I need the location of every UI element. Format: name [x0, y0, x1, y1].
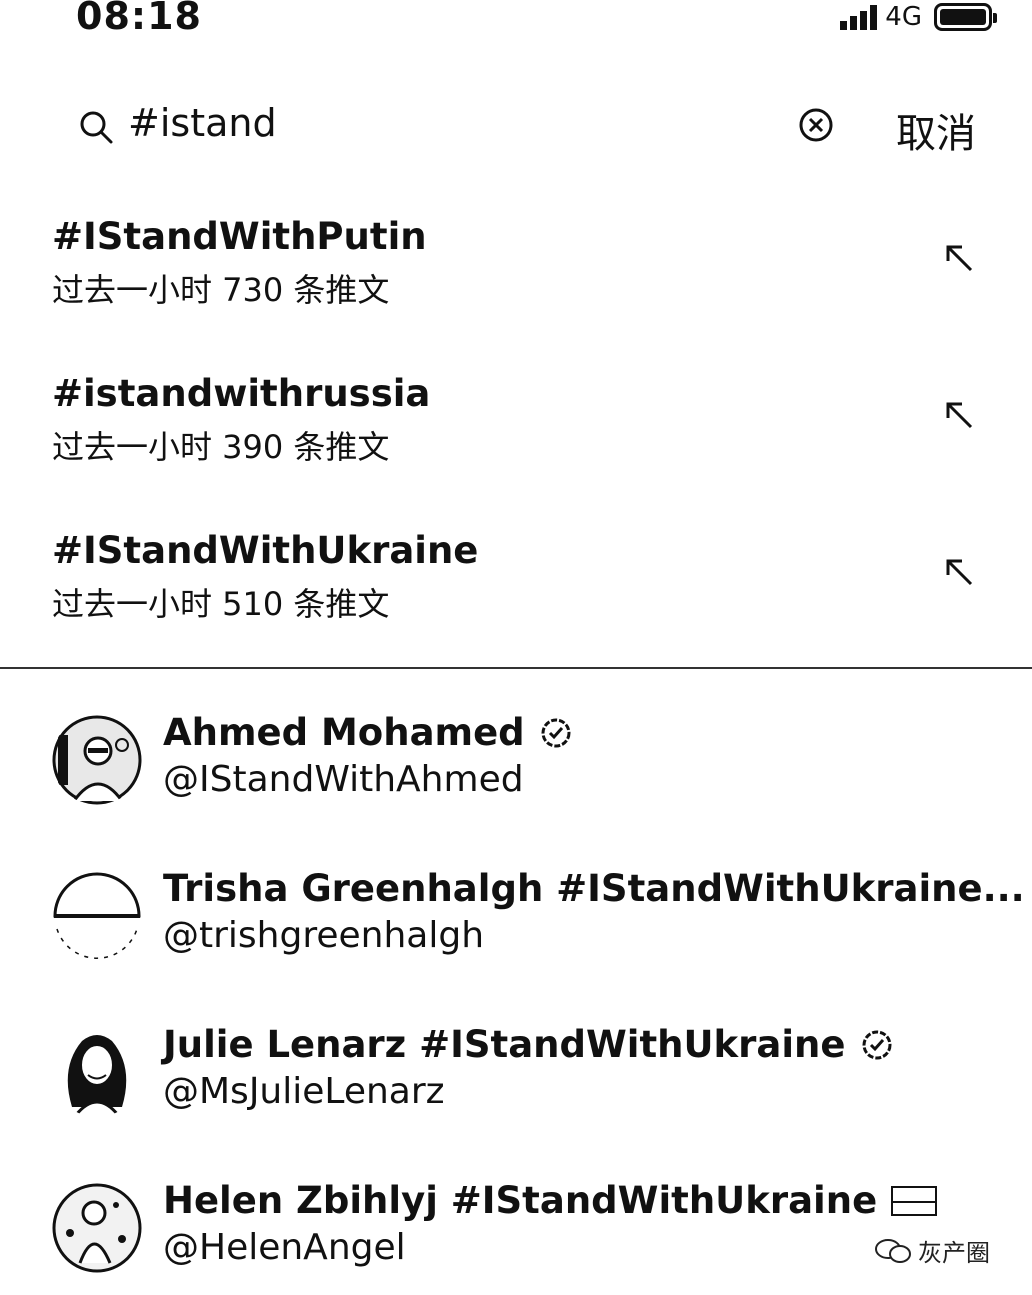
watermark: 灰产圈 — [874, 1233, 990, 1268]
avatar — [67, 1035, 127, 1116]
search-bar[interactable]: #istand 取消 — [0, 95, 1032, 159]
user-result[interactable]: Julie Lenarz #IStandWithUkraine @MsJulie… — [0, 1023, 1032, 1137]
user-handle: @HelenAngel — [163, 1227, 406, 1268]
fill-query-arrow-icon[interactable] — [944, 400, 974, 430]
user-name: Trisha Greenhalgh #IStandWithUkraine... — [163, 867, 1025, 910]
avatar — [52, 715, 142, 805]
verified-badge-icon — [862, 1030, 891, 1059]
user-handle: @IStandWithAhmed — [163, 759, 524, 800]
search-input[interactable]: #istand — [128, 101, 277, 145]
suggestion-tag: #istandwithrussia — [52, 372, 431, 415]
signal-bars-icon — [840, 4, 878, 30]
avatar — [52, 1183, 142, 1273]
battery-icon — [934, 3, 997, 31]
network-type: 4G — [885, 2, 922, 32]
search-icon — [80, 111, 113, 144]
suggestion-tag: #IStandWithUkraine — [52, 529, 479, 572]
clear-search-icon[interactable] — [798, 107, 834, 143]
section-divider — [0, 667, 1032, 669]
suggestion-meta: 过去一小时 510 条推文 — [52, 585, 390, 623]
screen: 08:18 4G #istand 取消 #IStandWithPutin 过去一… — [0, 0, 1032, 1295]
avatar — [53, 872, 141, 959]
cancel-button[interactable]: 取消 — [896, 101, 976, 159]
user-handle: @MsJulieLenarz — [163, 1071, 445, 1112]
user-name: Helen Zbihlyj #IStandWithUkraine — [163, 1179, 938, 1222]
suggestion-meta: 过去一小时 730 条推文 — [52, 271, 390, 309]
status-indicators: 4G — [840, 2, 997, 32]
chat-bubbles-icon — [875, 1238, 911, 1263]
user-handle: @trishgreenhalgh — [163, 915, 485, 956]
suggestion-tag: #IStandWithPutin — [52, 215, 427, 258]
user-name: Julie Lenarz #IStandWithUkraine — [163, 1023, 894, 1066]
suggestion-item[interactable]: #IStandWithPutin 过去一小时 730 条推文 — [0, 215, 1032, 345]
verified-badge-icon — [541, 718, 571, 747]
user-result[interactable]: Ahmed Mohamed @IStandWithAhmed — [0, 711, 1032, 825]
suggestion-item[interactable]: #IStandWithUkraine 过去一小时 510 条推文 — [0, 529, 1032, 659]
user-name: Ahmed Mohamed — [163, 711, 573, 754]
suggestion-meta: 过去一小时 390 条推文 — [52, 428, 390, 466]
flag-icon — [891, 1185, 938, 1216]
suggestion-item[interactable]: #istandwithrussia 过去一小时 390 条推文 — [0, 372, 1032, 502]
fill-query-arrow-icon[interactable] — [944, 243, 974, 273]
fill-query-arrow-icon[interactable] — [944, 557, 974, 587]
status-time: 08:18 — [76, 0, 202, 38]
user-result[interactable]: Trisha Greenhalgh #IStandWithUkraine... … — [0, 867, 1032, 981]
